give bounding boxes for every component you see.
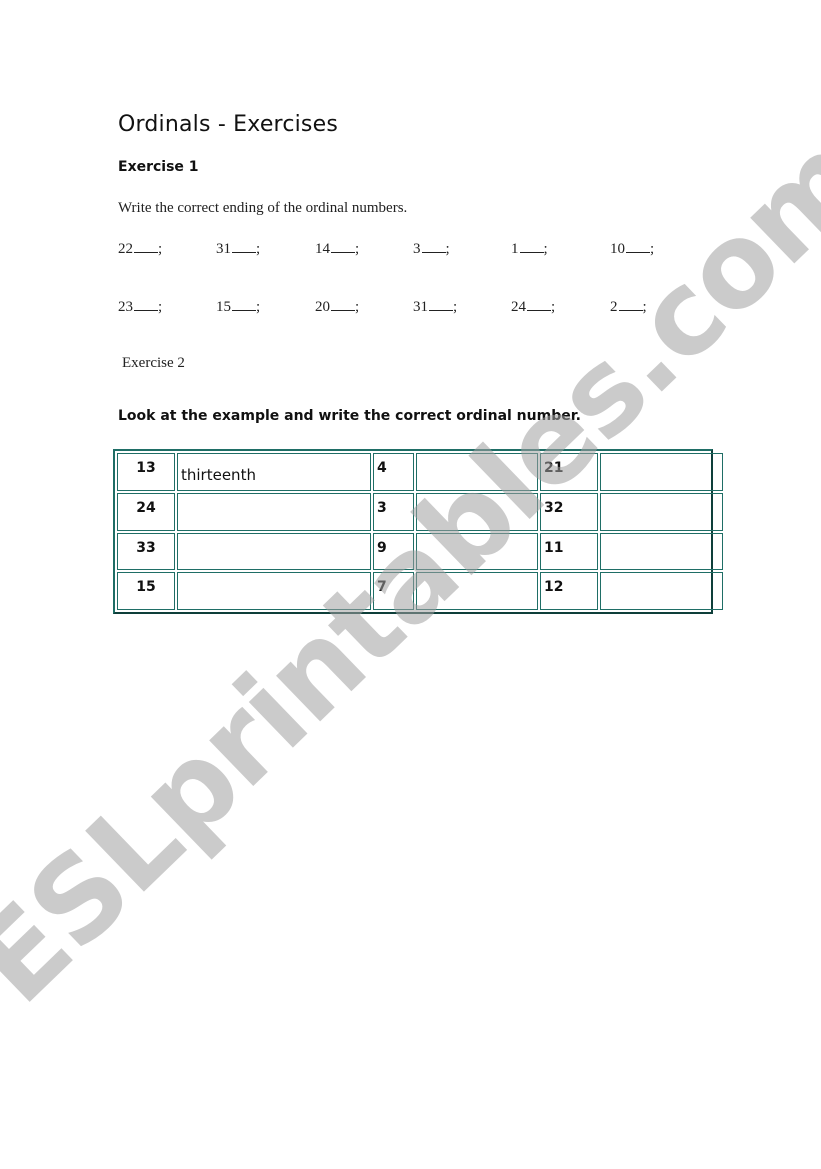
separator: ;	[158, 299, 163, 315]
ordinal-number: 2	[610, 299, 618, 315]
answer-blank[interactable]	[618, 297, 643, 311]
ordinal-number: 20	[315, 299, 330, 315]
worksheet-page: Ordinals - Exercises Exercise 1 Write th…	[0, 0, 821, 1169]
answer-blank[interactable]	[232, 297, 256, 311]
separator: ;	[256, 241, 261, 257]
cardinal-number-cell: 7	[373, 572, 414, 610]
answer-blank[interactable]	[331, 297, 355, 311]
ordinal-number: 31	[216, 241, 231, 257]
exercise-2-heading: Exercise 2	[122, 355, 185, 371]
ordinal-answer-cell[interactable]	[416, 453, 538, 491]
ordinal-answer-cell[interactable]	[600, 532, 723, 571]
answer-blank[interactable]	[331, 239, 355, 253]
separator: ;	[453, 299, 458, 315]
separator: ;	[256, 299, 261, 315]
ordinal-answer-cell[interactable]	[177, 572, 371, 610]
ordinal-blank-item: 24;	[511, 297, 555, 316]
ordinal-number: 1	[511, 241, 519, 257]
ordinal-number: 14	[315, 241, 330, 257]
cardinal-number-cell: 3	[373, 492, 414, 531]
exercise-1-heading: Exercise 1	[118, 159, 199, 175]
cardinal-number-cell: 9	[373, 532, 414, 571]
ordinal-answer-cell[interactable]: thirteenth	[177, 453, 371, 491]
table-row: 15 7 12	[117, 572, 723, 610]
ordinal-blank-item: 31;	[413, 297, 457, 316]
ordinal-answer-cell[interactable]	[416, 572, 538, 610]
cardinal-number-cell: 32	[540, 492, 598, 531]
separator: ;	[543, 241, 548, 257]
answer-blank[interactable]	[527, 297, 551, 311]
table-row: 13 thirteenth 4 21	[117, 453, 723, 491]
cardinal-number-cell: 33	[117, 532, 175, 571]
ordinal-blank-item: 10;	[610, 239, 654, 258]
ordinal-answer-cell[interactable]	[416, 532, 538, 571]
ordinal-blank-item: 14;	[315, 239, 359, 258]
ordinal-answer-cell[interactable]	[177, 492, 371, 531]
ordinal-number: 31	[413, 299, 428, 315]
ordinal-number: 24	[511, 299, 526, 315]
separator: ;	[158, 241, 163, 257]
cardinal-number-cell: 11	[540, 532, 598, 571]
cardinal-number-cell: 15	[117, 572, 175, 610]
answer-blank[interactable]	[421, 239, 446, 253]
ordinal-blank-item: 20;	[315, 297, 359, 316]
cardinal-number-cell: 13	[117, 453, 175, 491]
ordinal-table: 13 thirteenth 4 21 24 3 32 33 9 11 15 7 12	[113, 449, 723, 614]
table-row: 33 9 11	[117, 532, 723, 571]
ordinal-number: 23	[118, 299, 133, 315]
ordinal-answer-cell[interactable]	[177, 532, 371, 571]
exercise-2-instruction: Look at the example and write the correc…	[118, 408, 581, 424]
answer-blank[interactable]	[626, 239, 650, 253]
ordinal-blank-item: 23;	[118, 297, 162, 316]
cardinal-number-cell: 12	[540, 572, 598, 610]
separator: ;	[355, 241, 360, 257]
page-title: Ordinals - Exercises	[118, 112, 338, 137]
ordinal-blank-item: 31;	[216, 239, 260, 258]
exercise-1-instruction: Write the correct ending of the ordinal …	[118, 200, 408, 216]
separator: ;	[551, 299, 556, 315]
ordinal-number: 15	[216, 299, 231, 315]
ordinal-number: 10	[610, 241, 625, 257]
separator: ;	[650, 241, 655, 257]
ordinal-answer-cell[interactable]	[416, 492, 538, 531]
ordinal-number: 3	[413, 241, 421, 257]
answer-blank[interactable]	[134, 297, 158, 311]
cardinal-number-cell: 24	[117, 492, 175, 531]
cardinal-number-cell: 4	[373, 453, 414, 491]
ordinal-number: 22	[118, 241, 133, 257]
separator: ;	[445, 241, 450, 257]
answer-blank[interactable]	[519, 239, 544, 253]
cardinal-number-cell: 21	[540, 453, 598, 491]
separator: ;	[355, 299, 360, 315]
ordinal-blank-item: 3;	[413, 239, 450, 258]
ordinal-answer-cell[interactable]	[600, 492, 723, 531]
ordinal-blank-item: 15;	[216, 297, 260, 316]
ordinal-answer-cell[interactable]	[600, 572, 723, 610]
separator: ;	[642, 299, 647, 315]
answer-blank[interactable]	[232, 239, 256, 253]
table-row: 24 3 32	[117, 492, 723, 531]
answer-blank[interactable]	[429, 297, 453, 311]
answer-blank[interactable]	[134, 239, 158, 253]
ordinal-blank-item: 1;	[511, 239, 548, 258]
ordinal-blank-item: 22;	[118, 239, 162, 258]
ordinal-answer-cell[interactable]	[600, 453, 723, 491]
ordinal-blank-item: 2;	[610, 297, 647, 316]
